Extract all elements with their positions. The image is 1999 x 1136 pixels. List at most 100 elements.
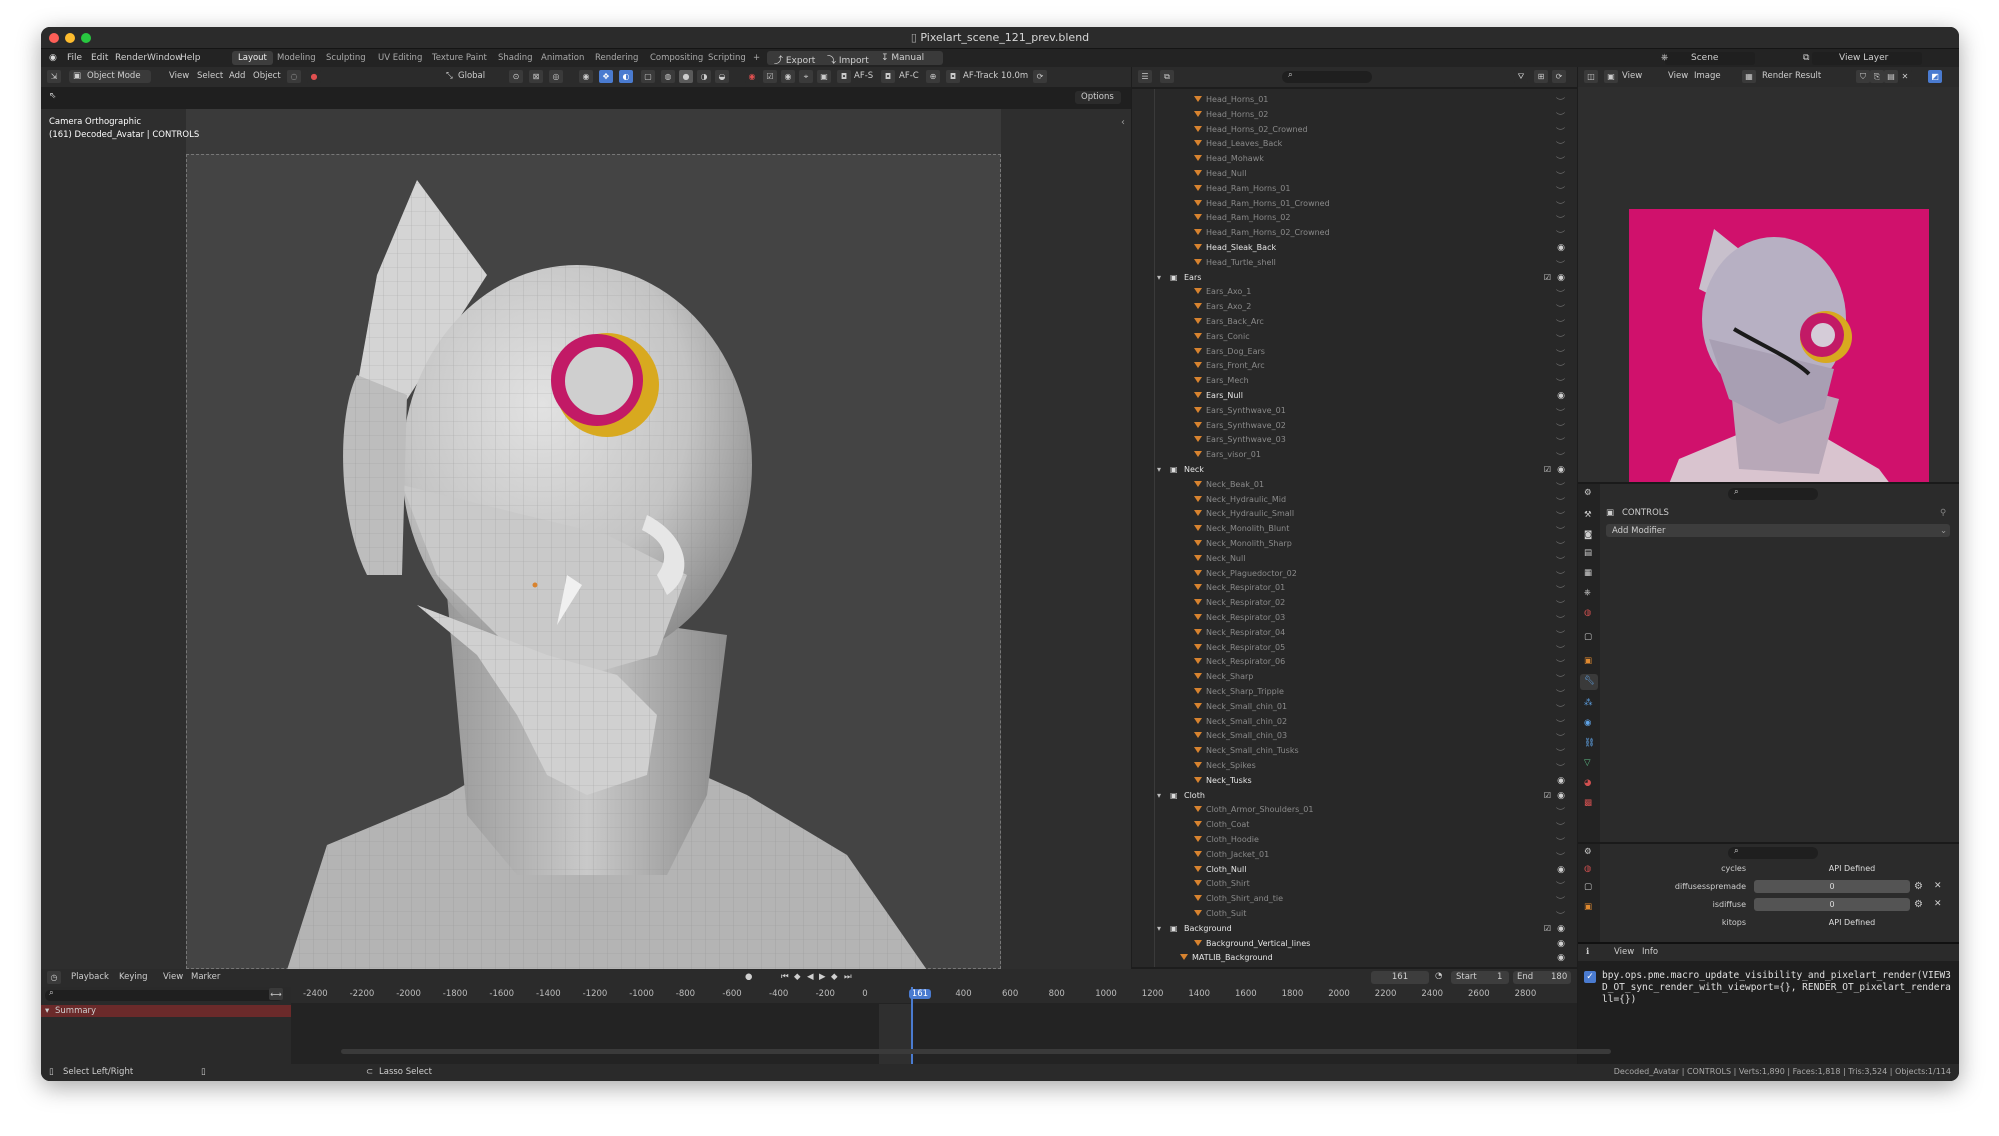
outliner-item[interactable]: Ears_Synthwave_03 ︶ xyxy=(1132,433,1577,448)
outliner-item[interactable]: Neck_Small_chin_03 ︶ xyxy=(1132,729,1577,744)
properties-editor-type-icon[interactable]: ⚙ xyxy=(1584,488,1592,498)
particles-tab-icon[interactable]: ⁂ xyxy=(1584,698,1593,708)
hidden-eye-icon[interactable]: ︶ xyxy=(1556,480,1565,493)
new-collection-icon[interactable]: ⊞ xyxy=(1534,70,1548,83)
hidden-eye-icon[interactable]: ︶ xyxy=(1556,228,1565,241)
output-tab-icon[interactable]: ▤ xyxy=(1584,548,1592,558)
blender-logo-icon[interactable]: ◉ xyxy=(49,53,57,63)
tab-uv-editing[interactable]: UV Editing xyxy=(372,51,428,65)
object-props-icon[interactable]: ▣ xyxy=(1584,902,1592,912)
physics-tab-icon[interactable]: ◉ xyxy=(1584,718,1591,728)
outliner-item[interactable]: Neck_Respirator_03 ︶ xyxy=(1132,611,1577,626)
new-image-icon[interactable]: ⎘ xyxy=(1870,70,1884,83)
gear-icon[interactable]: ⚙ xyxy=(1914,881,1923,892)
outliner-item[interactable]: Head_Sleak_Back ◉ xyxy=(1132,241,1577,256)
hidden-eye-icon[interactable]: ︶ xyxy=(1556,154,1565,167)
view-eye-icon[interactable]: ◉ xyxy=(781,70,795,83)
hidden-eye-icon[interactable]: ︶ xyxy=(1556,184,1565,197)
snap-icon[interactable]: ⊠ xyxy=(529,70,543,83)
outliner-panel[interactable]: Head_Horns_01 ︶ Head_Horns_02 ︶ Head_Horns_0… xyxy=(1132,89,1577,967)
outliner-item[interactable]: MATLIB_Background ◉ xyxy=(1132,951,1577,966)
hidden-eye-icon[interactable]: ︶ xyxy=(1556,139,1565,152)
hidden-eye-icon[interactable]: ︶ xyxy=(1556,125,1565,138)
hidden-eye-icon[interactable]: ︶ xyxy=(1556,258,1565,271)
outliner-item[interactable]: Neck_Sharp_Tripple ︶ xyxy=(1132,685,1577,700)
add-menu[interactable]: Add xyxy=(229,71,245,81)
hidden-eye-icon[interactable]: ︶ xyxy=(1556,287,1565,300)
visibility-eye-icon[interactable]: ◉ xyxy=(1557,776,1565,786)
view-mode-dropdown[interactable]: View xyxy=(1622,71,1642,81)
hidden-eye-icon[interactable]: ︶ xyxy=(1556,495,1565,508)
af-track-icon[interactable]: ◘ xyxy=(946,70,960,83)
channel-search-input[interactable] xyxy=(45,990,283,1001)
outliner-item[interactable]: Cloth_Shirt_and_tie ︶ xyxy=(1132,892,1577,907)
outliner-item[interactable]: Cloth_Null ◉ xyxy=(1132,863,1577,878)
hidden-eye-icon[interactable]: ︶ xyxy=(1556,110,1565,123)
filter-icon[interactable]: ⛛ xyxy=(1514,70,1528,83)
manual-button[interactable]: ↧ Manual xyxy=(881,53,924,63)
hidden-eye-icon[interactable]: ︶ xyxy=(1556,169,1565,182)
outliner-item[interactable]: Neck_Respirator_02 ︶ xyxy=(1132,596,1577,611)
image-editor-type-icon[interactable]: ◫ xyxy=(1584,70,1598,83)
timeline-scrollbar[interactable] xyxy=(341,1049,1611,1054)
outliner-item[interactable]: Cloth_Jacket_01 ︶ xyxy=(1132,848,1577,863)
outliner-item[interactable]: Neck_Respirator_06 ︶ xyxy=(1132,655,1577,670)
outliner-item[interactable]: Neck_Beak_01 ︶ xyxy=(1132,478,1577,493)
prev-keyframe-icon[interactable]: ◆ xyxy=(794,972,801,982)
outliner-item[interactable]: Cloth_Coat ︶ xyxy=(1132,818,1577,833)
tab-rendering[interactable]: Rendering xyxy=(589,51,644,65)
outliner-collection[interactable]: ▾ ▣ ☑ Background ◉ xyxy=(1132,922,1577,937)
rendered-shading-icon[interactable]: ◒ xyxy=(715,70,729,83)
outliner-item[interactable]: Neck_Monolith_Sharp ︶ xyxy=(1132,537,1577,552)
stop-record-icon[interactable]: ◉ xyxy=(745,70,759,83)
checkbox-icon[interactable]: ☑ xyxy=(763,70,777,83)
outliner-item[interactable]: Head_Horns_02 ︶ xyxy=(1132,108,1577,123)
object-tab-icon[interactable]: ▣ xyxy=(1584,656,1592,666)
outliner-item[interactable]: Cloth_Shirt ︶ xyxy=(1132,877,1577,892)
outliner-item[interactable]: Ears_Mech ︶ xyxy=(1132,374,1577,389)
exclude-checkbox-icon[interactable]: ☑ xyxy=(1544,465,1551,474)
exclude-checkbox-icon[interactable]: ☑ xyxy=(1544,791,1551,800)
outliner-item[interactable]: Neck_Monolith_Blunt ︶ xyxy=(1132,522,1577,537)
outliner-item[interactable]: Head_Null ︶ xyxy=(1132,167,1577,182)
outliner-item[interactable]: Neck_Respirator_04 ︶ xyxy=(1132,626,1577,641)
constraints-tab-icon[interactable]: ⛓ xyxy=(1584,738,1595,748)
outliner-item[interactable]: Ears_Conic ︶ xyxy=(1132,330,1577,345)
visibility-eye-icon[interactable]: ◉ xyxy=(1557,465,1565,475)
menu-window[interactable]: Window xyxy=(147,53,183,63)
collection-props-icon[interactable]: ▢ xyxy=(1584,882,1592,892)
import-button[interactable]: ⤵ Import xyxy=(827,53,869,66)
outliner-item[interactable]: Ears_Dog_Ears ︶ xyxy=(1132,345,1577,360)
hidden-eye-icon[interactable]: ︶ xyxy=(1556,643,1565,656)
remove-property-icon[interactable]: ✕ xyxy=(1934,899,1942,909)
open-image-icon[interactable]: ▤ xyxy=(1884,70,1898,83)
refresh-icon[interactable]: ⟳ xyxy=(1033,70,1047,83)
view-menu[interactable]: View xyxy=(169,71,189,81)
outliner-item[interactable]: Neck_Small_chin_02 ︶ xyxy=(1132,715,1577,730)
hidden-eye-icon[interactable]: ︶ xyxy=(1556,302,1565,315)
tab-texture-paint[interactable]: Texture Paint xyxy=(426,51,493,65)
fake-user-icon[interactable]: ⛉ xyxy=(1856,70,1870,83)
add-workspace-button[interactable]: + xyxy=(747,51,766,65)
outliner-item[interactable]: Ears_Front_Arc ︶ xyxy=(1132,359,1577,374)
info-log-entry[interactable]: bpy.ops.pme.macro_update_visibility_and_… xyxy=(1602,970,1952,1006)
hidden-eye-icon[interactable]: ︶ xyxy=(1556,879,1565,892)
outliner-item[interactable]: Head_Leaves_Back ︶ xyxy=(1132,137,1577,152)
exclude-checkbox-icon[interactable]: ☑ xyxy=(1544,924,1551,933)
select-menu[interactable]: Select xyxy=(197,71,223,81)
visibility-icon[interactable]: ◉ xyxy=(579,70,593,83)
hidden-eye-icon[interactable]: ︶ xyxy=(1556,450,1565,463)
play-icon[interactable]: ▶ xyxy=(819,972,826,982)
gear-icon[interactable]: ⚙ xyxy=(1914,899,1923,910)
tab-modeling[interactable]: Modeling xyxy=(271,51,322,65)
timeline-view-menu[interactable]: View xyxy=(163,972,183,982)
tab-sculpting[interactable]: Sculpting xyxy=(320,51,372,65)
hidden-eye-icon[interactable]: ︶ xyxy=(1556,583,1565,596)
outliner-item[interactable]: Ears_Synthwave_01 ︶ xyxy=(1132,404,1577,419)
hidden-eye-icon[interactable]: ︶ xyxy=(1556,435,1565,448)
outliner-item[interactable]: Background_Vertical_lines ◉ xyxy=(1132,937,1577,952)
outliner-item[interactable]: Ears_visor_01 ︶ xyxy=(1132,448,1577,463)
focus-target-icon[interactable]: ⊕ xyxy=(926,70,940,83)
frame-ruler[interactable]: ⟷ -2400 -2200 -2000 -1800 -1600 -1400 -1200 -10… xyxy=(269,987,1577,1003)
outliner-item[interactable]: Neck_Hydraulic_Mid ︶ xyxy=(1132,493,1577,508)
